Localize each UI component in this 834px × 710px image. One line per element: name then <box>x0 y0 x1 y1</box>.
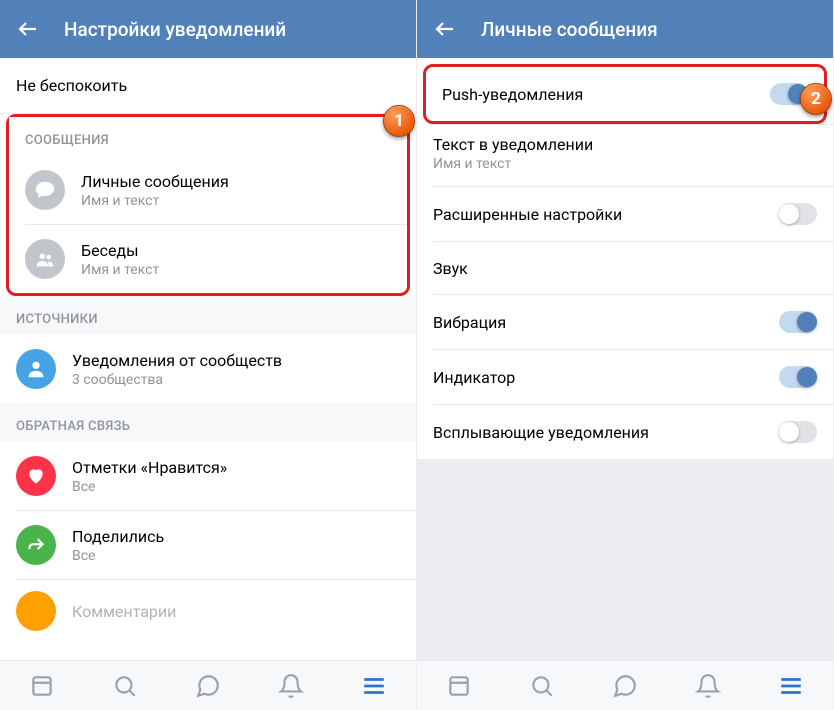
section-sources: ИСТОЧНИКИ <box>0 296 416 335</box>
nav-search-icon[interactable] <box>529 673 555 699</box>
section-feedback: ОБРАТНАЯ СВЯЗЬ <box>0 403 416 442</box>
sound-row[interactable]: Звук <box>417 242 833 294</box>
nav-search-icon[interactable] <box>112 673 138 699</box>
nav-feed-icon[interactable] <box>446 673 472 699</box>
badge-1: 1 <box>383 105 415 137</box>
vibration-row[interactable]: Вибрация <box>417 295 833 349</box>
header-left: Настройки уведомлений <box>0 0 416 58</box>
comment-icon <box>16 591 56 631</box>
section-messages: СООБЩЕНИЯ <box>9 117 407 156</box>
advanced-toggle[interactable] <box>779 203 817 225</box>
content-right: 2 Push-уведомления Текст в уведомлении И… <box>417 58 833 660</box>
back-icon[interactable] <box>16 17 40 41</box>
popup-row[interactable]: Всплывающие уведомления <box>417 405 833 459</box>
push-row[interactable]: Push-уведомления <box>426 67 824 121</box>
nav-messages-icon[interactable] <box>195 673 221 699</box>
header-right: Личные сообщения <box>417 0 833 58</box>
community-icon <box>16 349 56 389</box>
phone-left: Настройки уведомлений Не беспокоить 1 СО… <box>0 0 417 710</box>
phone-right: Личные сообщения 2 Push-уведомления Текс… <box>417 0 834 710</box>
bottom-nav-right <box>417 660 833 710</box>
nav-notifications-icon[interactable] <box>278 673 304 699</box>
header-title: Личные сообщения <box>481 18 658 41</box>
indicator-toggle[interactable] <box>779 366 817 388</box>
back-icon[interactable] <box>433 17 457 41</box>
nav-messages-icon[interactable] <box>612 673 638 699</box>
empty-area <box>417 459 833 660</box>
bottom-nav-left <box>0 660 416 710</box>
heart-icon <box>16 456 56 496</box>
group-icon <box>25 239 65 279</box>
vibration-toggle[interactable] <box>779 311 817 333</box>
chat-icon <box>25 170 65 210</box>
indicator-row[interactable]: Индикатор <box>417 350 833 404</box>
text-in-notif-row[interactable]: Текст в уведомлении Имя и текст <box>417 125 833 186</box>
communities-row[interactable]: Уведомления от сообществ 3 сообщества <box>0 335 416 403</box>
highlight-messages: 1 СООБЩЕНИЯ Личные сообщения Имя и текст… <box>6 114 410 296</box>
nav-menu-icon[interactable] <box>361 673 387 699</box>
comments-row[interactable]: Комментарии <box>0 580 416 632</box>
content-left: Не беспокоить 1 СООБЩЕНИЯ Личные сообщен… <box>0 58 416 660</box>
private-messages-row[interactable]: Личные сообщения Имя и текст <box>9 156 407 224</box>
header-title: Настройки уведомлений <box>64 18 286 41</box>
advanced-row[interactable]: Расширенные настройки <box>417 187 833 241</box>
likes-row[interactable]: Отметки «Нравится» Все <box>0 442 416 510</box>
nav-notifications-icon[interactable] <box>695 673 721 699</box>
dnd-row[interactable]: Не беспокоить <box>0 58 416 113</box>
badge-2: 2 <box>800 83 832 115</box>
highlight-push: 2 Push-уведомления <box>423 64 827 124</box>
nav-feed-icon[interactable] <box>29 673 55 699</box>
share-icon <box>16 525 56 565</box>
shares-row[interactable]: Поделились Все <box>0 511 416 579</box>
popup-toggle[interactable] <box>779 421 817 443</box>
chats-row[interactable]: Беседы Имя и текст <box>9 225 407 293</box>
nav-menu-icon[interactable] <box>778 673 804 699</box>
